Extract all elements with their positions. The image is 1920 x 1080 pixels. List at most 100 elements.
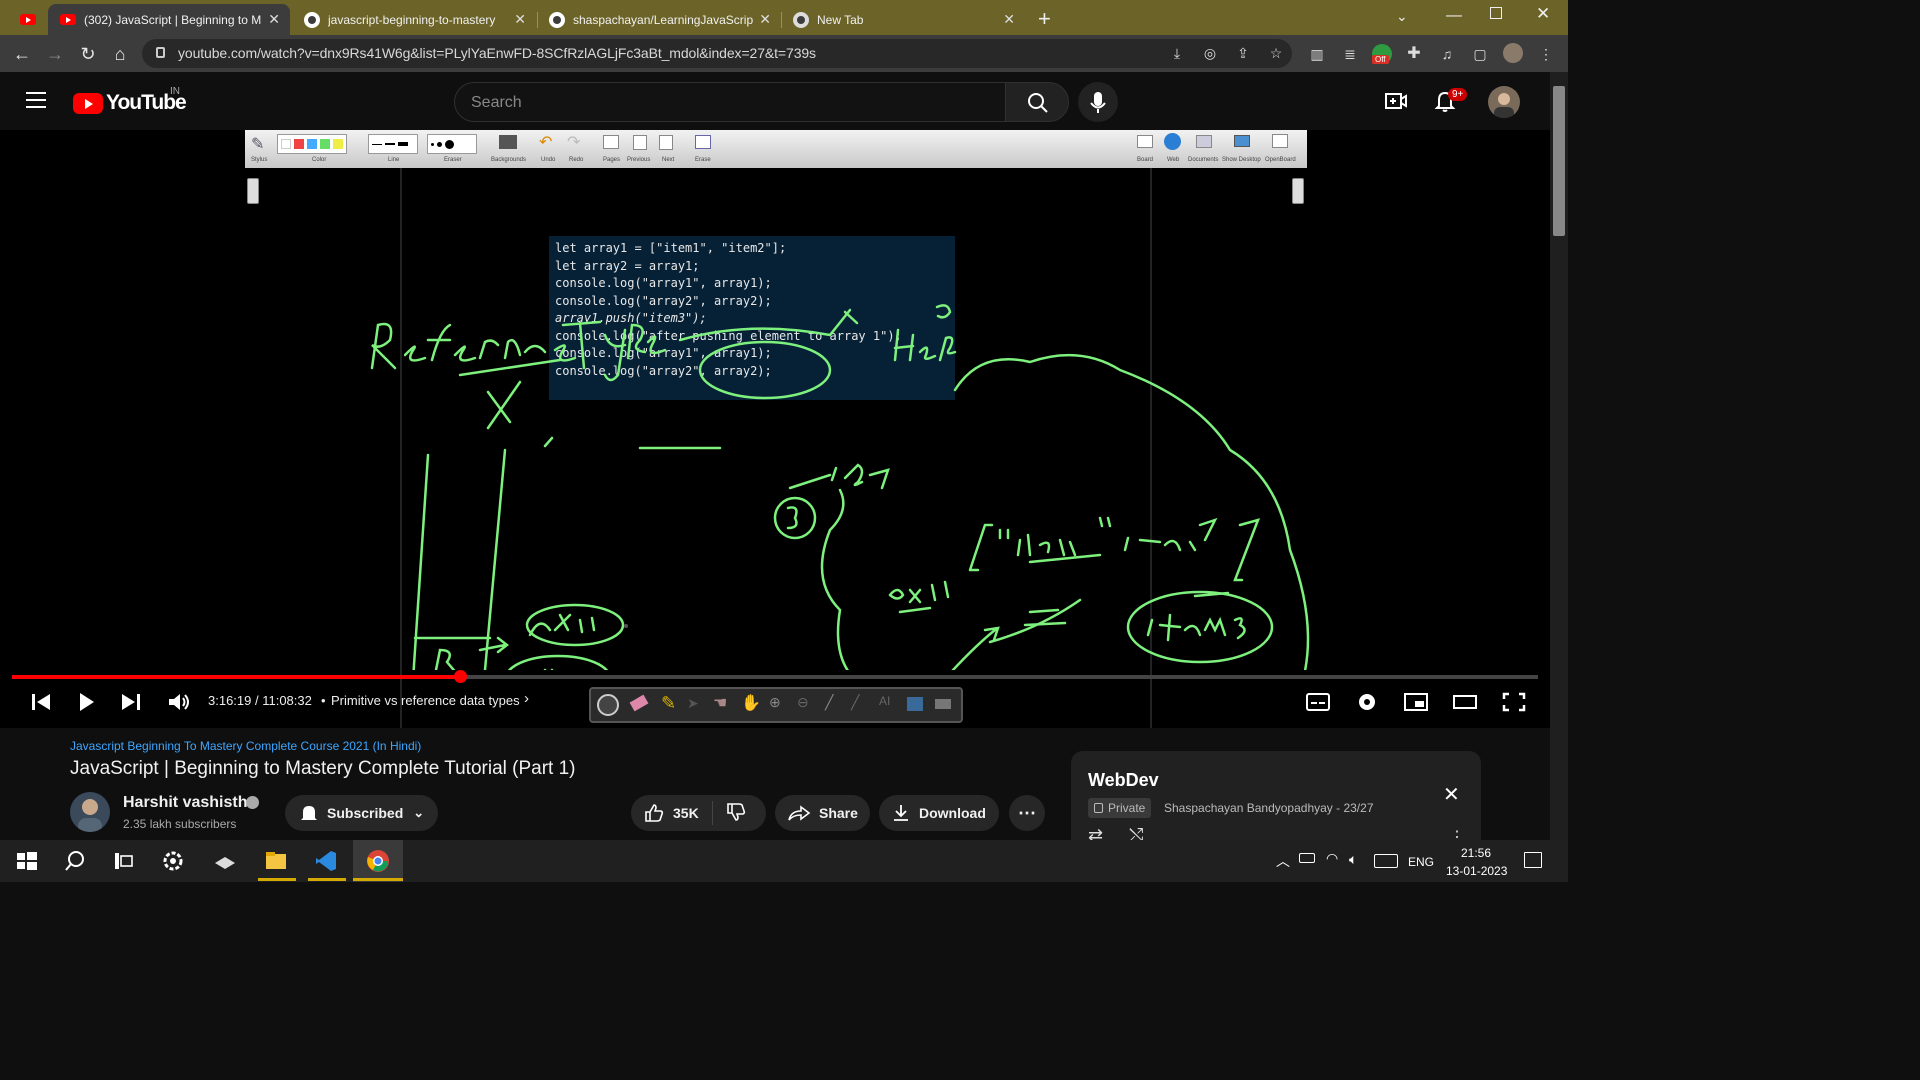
settings-gear-icon[interactable] — [160, 848, 186, 874]
previous-video-icon[interactable] — [28, 690, 56, 714]
chapter-chevron-icon[interactable]: › — [524, 690, 529, 707]
tab-github-repo[interactable]: javascript-beginning-to-mastery ✕ — [292, 4, 536, 35]
clock-date[interactable]: 13-01-2023 — [1446, 864, 1507, 878]
install-app-icon[interactable]: ⤓ — [1167, 43, 1187, 63]
keyboard-icon[interactable] — [1374, 854, 1398, 868]
theater-mode-icon[interactable] — [1451, 690, 1479, 714]
lock-icon[interactable] — [156, 47, 165, 58]
download-button[interactable]: Download — [879, 795, 999, 831]
more-actions-button[interactable]: ⋯ — [1009, 795, 1045, 831]
browser-toolbar: ← → ↻ ⌂ youtube.com/watch?v=dnx9Rs41W6g&… — [0, 35, 1568, 72]
address-bar[interactable]: youtube.com/watch?v=dnx9Rs41W6g&list=PLy… — [142, 39, 1292, 68]
tab-pinned-youtube[interactable] — [8, 4, 44, 35]
volume-icon[interactable] — [165, 690, 193, 714]
share-page-icon[interactable]: ⇪ — [1233, 43, 1253, 63]
close-playlist-icon[interactable]: ✕ — [1443, 782, 1460, 807]
battery-icon[interactable] — [1299, 853, 1315, 863]
tab-youtube-video[interactable]: (302) JavaScript | Beginning to M ✕ — [48, 4, 290, 35]
tab-github-learning[interactable]: shaspachayan/LearningJavaScrip ✕ — [537, 4, 781, 35]
chrome-taskbar-button[interactable] — [353, 840, 403, 882]
page-scrollbar[interactable] — [1550, 72, 1568, 840]
vscode-icon[interactable] — [313, 848, 339, 874]
search-icon[interactable] — [62, 848, 88, 874]
subscribed-button[interactable]: Subscribed ⌄ — [285, 795, 438, 831]
miniplayer-icon[interactable] — [1402, 690, 1430, 714]
hide-eye-icon[interactable]: ◎ — [1200, 43, 1220, 63]
close-tab-icon[interactable]: ✕ — [268, 11, 280, 28]
close-tab-icon[interactable]: ✕ — [759, 11, 771, 28]
youtube-favicon-icon — [20, 14, 36, 25]
like-button[interactable]: 35K — [631, 801, 713, 825]
home-icon[interactable]: ⌂ — [108, 42, 132, 66]
like-count: 35K — [673, 805, 699, 821]
tray-chevron-icon[interactable]: ︿ — [1276, 851, 1290, 871]
subtitles-icon[interactable] — [1304, 690, 1332, 714]
next-video-icon[interactable] — [116, 690, 144, 714]
windows-start-icon[interactable] — [14, 848, 40, 874]
reading-list-icon[interactable]: ≣ — [1340, 44, 1360, 64]
interact-tool-icon: ☚ — [713, 695, 728, 712]
chrome-menu-icon[interactable]: ⋮ — [1536, 44, 1556, 64]
subscribed-label: Subscribed — [327, 805, 404, 821]
reload-icon[interactable]: ↻ — [76, 42, 100, 66]
bookmark-star-icon[interactable]: ☆ — [1266, 43, 1286, 63]
playlist-link[interactable]: Javascript Beginning To Mastery Complete… — [70, 739, 421, 753]
file-explorer-icon[interactable] — [263, 848, 289, 874]
chrome-icon — [367, 850, 389, 872]
channel-name[interactable]: Harshit vashisth — [123, 794, 247, 812]
tab-new-tab[interactable]: New Tab ✕ — [781, 4, 1025, 35]
chapter-separator: • — [321, 693, 326, 708]
speaker-icon[interactable]: 🔈︎ — [1349, 851, 1357, 868]
url-text: youtube.com/watch?v=dnx9Rs41W6g&list=PLy… — [178, 45, 816, 61]
media-control-icon[interactable]: ♫ — [1437, 44, 1457, 64]
dislike-button[interactable] — [713, 802, 747, 825]
text-tool-icon: AI — [879, 694, 891, 708]
share-button[interactable]: Share — [775, 795, 870, 831]
lock-icon — [1094, 803, 1103, 813]
playlist-meta: Shaspachayan Bandyopadhyay - 23/27 — [1164, 801, 1374, 815]
progress-bar[interactable] — [12, 670, 1538, 683]
github-favicon-icon — [549, 11, 565, 28]
profile-avatar[interactable] — [1503, 43, 1523, 63]
settings-gear-icon[interactable] — [1353, 690, 1381, 714]
youtube-logo[interactable]: YouTube IN — [73, 86, 187, 115]
play-icon[interactable] — [72, 690, 100, 714]
clock-time[interactable]: 21:56 — [1461, 846, 1491, 860]
input-language[interactable]: ENG — [1408, 855, 1434, 869]
search-input[interactable]: Search — [454, 82, 1006, 122]
wifi-icon[interactable]: ◠ — [1326, 850, 1338, 867]
notification-center-icon[interactable] — [1524, 852, 1542, 868]
progress-played — [12, 675, 460, 679]
restore-icon[interactable] — [1490, 7, 1502, 19]
chapter-title[interactable]: Primitive vs reference data types — [331, 693, 520, 708]
search-button[interactable] — [1005, 82, 1069, 122]
video-player[interactable]: ✎ ↶ ↷ Stylus Color Line Eraser Backgroun… — [0, 130, 1550, 728]
create-video-icon[interactable] — [1384, 89, 1408, 113]
new-tab-plus-icon[interactable]: + — [1038, 6, 1051, 32]
close-tab-icon[interactable]: ✕ — [1003, 11, 1015, 28]
voice-search-button[interactable] — [1078, 82, 1118, 122]
tab-search-chevron-icon[interactable]: ⌄ — [1396, 8, 1408, 25]
side-panel-icon[interactable]: ▢ — [1470, 44, 1490, 64]
country-code: IN — [170, 86, 180, 97]
task-view-icon[interactable] — [110, 848, 136, 874]
reading-mode-icon[interactable]: ▥ — [1307, 44, 1327, 64]
close-window-icon[interactable]: ✕ — [1536, 4, 1550, 24]
app-hat-icon[interactable] — [212, 848, 238, 874]
progress-scrubber[interactable] — [453, 670, 467, 683]
browser-tab-strip: (302) JavaScript | Beginning to M ✕ java… — [0, 0, 1568, 35]
back-arrow-icon[interactable]: ← — [10, 42, 34, 66]
youtube-favicon-icon — [60, 14, 76, 25]
playlist-title[interactable]: WebDev — [1088, 770, 1159, 791]
extensions-puzzle-icon[interactable]: ✚ — [1404, 44, 1424, 64]
hamburger-menu-icon[interactable] — [26, 92, 46, 108]
fullscreen-icon[interactable] — [1500, 690, 1528, 714]
eraser-tool-icon — [629, 694, 649, 712]
minimize-icon[interactable]: — — [1446, 7, 1462, 25]
pen-tool-palette: ✎ ➤ ☚ ✋ ⊕ ⊖ ╱ ╱ AI — [589, 687, 963, 723]
user-avatar[interactable] — [1488, 86, 1520, 118]
scrollbar-thumb[interactable] — [1553, 86, 1565, 236]
close-tab-icon[interactable]: ✕ — [514, 11, 526, 28]
channel-avatar[interactable] — [70, 792, 110, 832]
forward-arrow-icon[interactable]: → — [43, 42, 67, 66]
